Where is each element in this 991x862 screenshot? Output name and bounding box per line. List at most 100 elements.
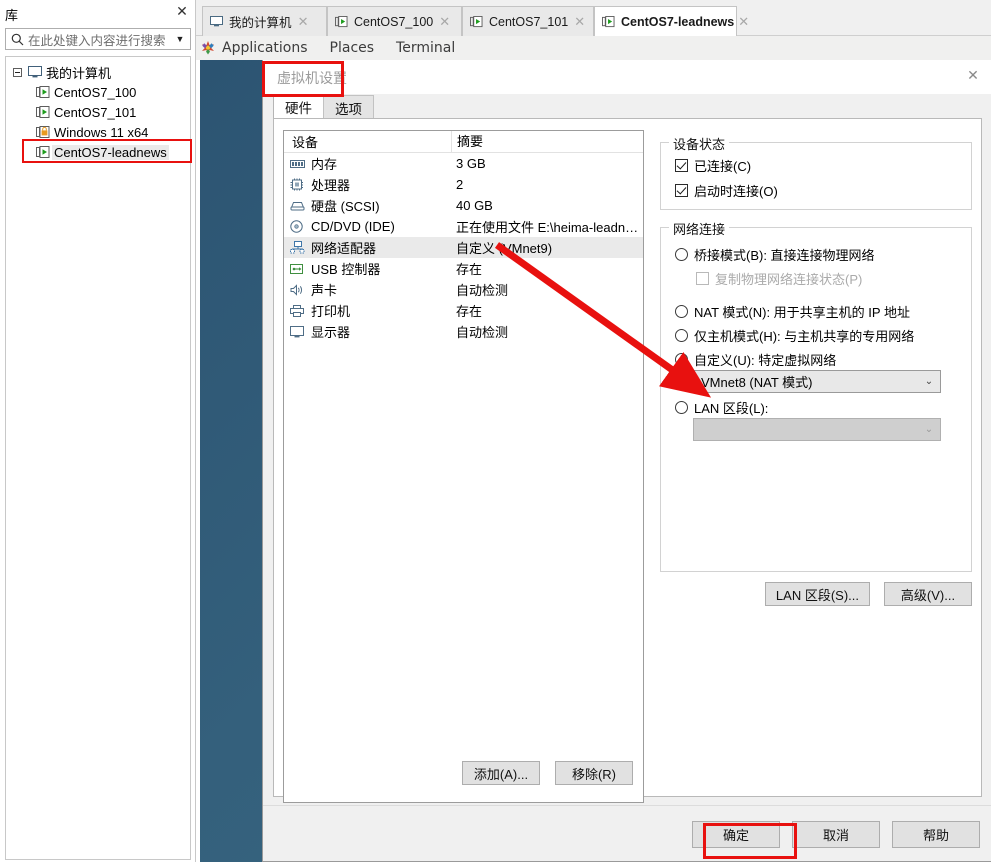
dialog-titlebar: 虚拟机设置 ✕ xyxy=(263,60,991,94)
cell-device: 声卡 xyxy=(311,283,338,298)
checkbox-label: 已连接(C) xyxy=(694,159,752,174)
cell-summary: 存在 xyxy=(456,262,483,277)
table-row[interactable]: CD/DVD (IDE) 正在使用文件 E:\heima-leadne... xyxy=(284,216,643,237)
vm-settings-dialog: 虚拟机设置 ✕ 硬件 选项 设备 摘要 内存 3 GB 处理器 2 硬盘 (SC… xyxy=(262,60,991,862)
vm-suspended-icon xyxy=(33,125,52,139)
add-device-button[interactable]: 添加(A)... xyxy=(462,761,540,785)
tab-label: CentOS7-leadnews xyxy=(621,14,735,29)
remove-device-button[interactable]: 移除(R) xyxy=(555,761,633,785)
radio-label: 自定义(U): 特定虚拟网络 xyxy=(694,353,837,368)
tab-centos7-101[interactable]: CentOS7_101 ✕ xyxy=(462,6,594,36)
vm-powered-on-icon xyxy=(470,15,487,28)
table-row[interactable]: 显示器 自动检测 xyxy=(284,321,643,342)
device-action-buttons: 添加(A)... 移除(R) xyxy=(462,761,633,785)
sound-card-icon xyxy=(290,283,311,296)
radio-label: 仅主机模式(H): 与主机共享的专用网络 xyxy=(694,329,915,344)
radio-icon[interactable] xyxy=(675,329,688,342)
close-icon[interactable]: ✕ xyxy=(572,14,587,30)
checkbox-icon[interactable] xyxy=(675,159,688,172)
tree-item-centos7-101[interactable]: CentOS7_101 xyxy=(6,102,190,122)
close-icon[interactable]: ✕ xyxy=(738,14,749,30)
device-table[interactable]: 设备 摘要 内存 3 GB 处理器 2 硬盘 (SCSI) 40 GB CD/D… xyxy=(283,130,644,803)
tree-item-label: Windows 11 x64 xyxy=(54,124,149,140)
table-row[interactable]: 处理器 2 xyxy=(284,174,643,195)
cell-device: 显示器 xyxy=(311,325,351,340)
vm-powered-on-icon xyxy=(33,85,52,99)
checkbox-connected[interactable]: 已连接(C) xyxy=(675,156,751,175)
checkbox-label: 复制物理网络连接状态(P) xyxy=(715,272,863,287)
tree-item-label: CentOS7_101 xyxy=(54,104,137,120)
cancel-button[interactable]: 取消 xyxy=(792,821,880,848)
tree-root-my-computer[interactable]: 我的计算机 xyxy=(6,62,190,82)
gnome-places-menu[interactable]: Places xyxy=(330,40,375,56)
help-button[interactable]: 帮助 xyxy=(892,821,980,848)
tab-options[interactable]: 选项 xyxy=(323,95,374,119)
library-tree[interactable]: 我的计算机 CentOS7_100 CentOS7_101 Windows 11… xyxy=(5,56,191,860)
tree-root-label: 我的计算机 xyxy=(46,65,112,81)
library-title: 库 xyxy=(5,8,19,23)
radio-host-only[interactable]: 仅主机模式(H): 与主机共享的专用网络 xyxy=(675,326,914,345)
table-row[interactable]: USB 控制器 存在 xyxy=(284,258,643,279)
radio-nat[interactable]: NAT 模式(N): 用于共享主机的 IP 地址 xyxy=(675,302,910,321)
tab-hardware[interactable]: 硬件 xyxy=(273,94,324,119)
close-icon[interactable]: ✕ xyxy=(966,68,980,83)
chevron-down-icon: ⌄ xyxy=(924,424,934,435)
advanced-button[interactable]: 高级(V)... xyxy=(884,582,972,606)
dialog-tabs: 硬件 选项 xyxy=(273,94,374,119)
network-connection-legend: 网络连接 xyxy=(669,219,730,238)
radio-icon[interactable] xyxy=(675,248,688,261)
chevron-down-icon[interactable]: ▼ xyxy=(170,34,190,44)
checkbox-icon[interactable] xyxy=(675,184,688,197)
dialog-footer-buttons: 确定 取消 帮助 xyxy=(692,821,980,848)
radio-lan-segment[interactable]: LAN 区段(L): xyxy=(675,398,768,417)
checkbox-label: 启动时连接(O) xyxy=(694,184,778,199)
tree-item-centos7-100[interactable]: CentOS7_100 xyxy=(6,82,190,102)
gnome-applications-menu[interactable]: Applications xyxy=(222,40,308,56)
table-row[interactable]: 网络适配器 自定义 (VMnet9) xyxy=(284,237,643,258)
close-icon[interactable]: ✕ xyxy=(437,14,452,30)
radio-icon[interactable] xyxy=(675,305,688,318)
cell-summary: 2 xyxy=(456,177,464,192)
tab-centos7-leadnews[interactable]: CentOS7-leadnews ✕ xyxy=(594,6,749,36)
search-placeholder: 在此处键入内容进行搜索 xyxy=(28,33,166,48)
table-row[interactable]: 内存 3 GB xyxy=(284,153,643,174)
table-row[interactable]: 打印机 存在 xyxy=(284,300,643,321)
checkbox-connect-at-power-on[interactable]: 启动时连接(O) xyxy=(675,181,778,200)
dialog-title: 虚拟机设置 xyxy=(277,70,347,86)
cell-summary: 40 GB xyxy=(456,198,493,213)
memory-icon xyxy=(290,158,311,170)
close-icon[interactable]: ✕ xyxy=(296,14,311,30)
chevron-down-icon[interactable]: ⌄ xyxy=(918,376,940,387)
lan-segment-select: ⌄ xyxy=(693,418,941,441)
vm-tab-bar: 我的计算机 ✕ CentOS7_100 ✕ CentOS7_101 ✕ Cent… xyxy=(196,0,991,36)
lan-segments-button[interactable]: LAN 区段(S)... xyxy=(764,582,870,606)
table-row[interactable]: 声卡 自动检测 xyxy=(284,279,643,300)
tree-item-windows-11-x64[interactable]: Windows 11 x64 xyxy=(6,122,190,142)
dialog-body: 硬件 选项 设备 摘要 内存 3 GB 处理器 2 硬盘 (SCSI) 40 G… xyxy=(263,94,991,805)
column-header-summary: 摘要 xyxy=(451,131,643,153)
tab-my-computer[interactable]: 我的计算机 ✕ xyxy=(202,6,327,36)
vm-powered-on-icon xyxy=(33,145,52,159)
tree-item-label: CentOS7_100 xyxy=(54,84,137,100)
computer-icon xyxy=(210,16,227,27)
custom-network-select[interactable]: VMnet8 (NAT 模式) ⌄ xyxy=(693,370,941,393)
minus-box-icon[interactable] xyxy=(10,67,25,77)
radio-icon[interactable] xyxy=(675,353,688,366)
harddisk-icon xyxy=(290,200,311,211)
vm-powered-on-icon xyxy=(33,105,52,119)
table-row[interactable]: 硬盘 (SCSI) 40 GB xyxy=(284,195,643,216)
tab-label: CentOS7_101 xyxy=(489,14,569,29)
ok-button[interactable]: 确定 xyxy=(692,821,780,848)
gnome-terminal-menu[interactable]: Terminal xyxy=(396,40,455,56)
checkbox-icon xyxy=(696,272,709,285)
close-icon[interactable]: ✕ xyxy=(175,4,189,18)
tree-item-centos7-leadnews[interactable]: CentOS7-leadnews xyxy=(6,142,190,162)
tab-centos7-100[interactable]: CentOS7_100 ✕ xyxy=(327,6,462,36)
radio-icon[interactable] xyxy=(675,401,688,414)
radio-bridged[interactable]: 桥接模式(B): 直接连接物理网络 xyxy=(675,245,875,264)
radio-custom[interactable]: 自定义(U): 特定虚拟网络 xyxy=(675,350,836,369)
cell-summary: 自定义 (VMnet9) xyxy=(456,241,553,256)
cd-dvd-icon xyxy=(290,220,311,233)
computer-icon xyxy=(25,66,44,78)
search-input[interactable]: 在此处键入内容进行搜索 ▼ xyxy=(5,28,191,50)
